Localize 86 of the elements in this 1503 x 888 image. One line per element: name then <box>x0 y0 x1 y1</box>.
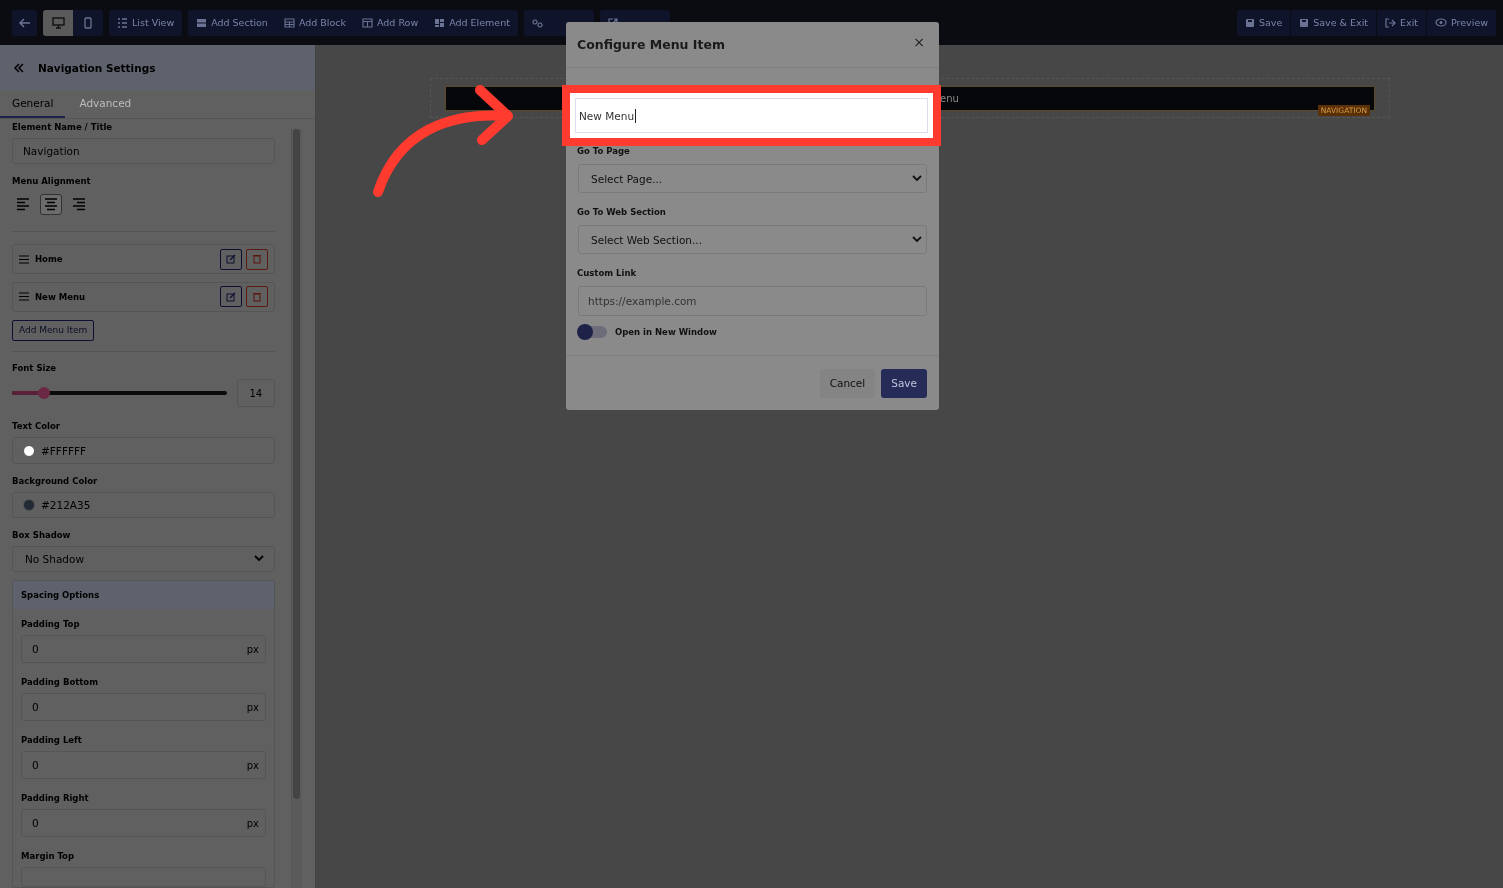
page-select[interactable]: Select Page... <box>578 164 927 193</box>
chevron-down-icon <box>912 236 922 243</box>
field-label: Element Name / Title <box>12 122 114 132</box>
menu-name-field[interactable]: New Menu <box>570 93 933 138</box>
background-color-field[interactable]: #212A35 <box>12 491 275 518</box>
tab[interactable]: General <box>0 90 66 118</box>
tab[interactable]: Advanced <box>67 90 144 118</box>
back-arrow-icon <box>18 17 31 28</box>
field-label: Text Color <box>12 421 61 432</box>
field-label: Font Size <box>12 363 58 374</box>
delete-button[interactable] <box>246 248 268 270</box>
panel-title: Spacing Options <box>21 590 100 601</box>
dialog-title: Configure Menu Item <box>577 37 725 52</box>
toolbar-button[interactable]: Add Row <box>354 9 427 36</box>
gear-icon <box>531 17 543 28</box>
toolbar-button[interactable]: List View <box>109 9 183 36</box>
toolbar-button[interactable]: Save & Exit <box>1291 9 1377 36</box>
field-label: Padding Left <box>21 735 83 746</box>
color-swatch[interactable] <box>23 498 35 511</box>
rows-icon <box>196 17 208 28</box>
field-label: Margin Top <box>21 851 75 862</box>
close-button[interactable]: × <box>911 33 927 50</box>
menu-item-label: New Menu <box>35 292 87 302</box>
save-icon <box>1299 17 1310 28</box>
toolbar-button[interactable]: Add Block <box>275 9 354 36</box>
name-field[interactable]: Navigation <box>12 138 275 165</box>
trash-icon <box>253 292 261 302</box>
save-button[interactable]: Save <box>881 368 927 398</box>
field-label: Padding Top <box>21 619 81 630</box>
trash-icon <box>253 254 261 265</box>
toolbar-button[interactable]: Preview <box>1427 9 1497 36</box>
columns-icon <box>362 17 373 28</box>
toolbar-button[interactable]: Add Section <box>188 9 276 36</box>
logout-icon <box>1385 17 1396 28</box>
drag-handle-icon[interactable] <box>19 254 29 264</box>
desktop-view-button[interactable] <box>43 9 73 36</box>
number-field[interactable]: 0 px <box>21 751 266 780</box>
field-label: Box Shadow <box>12 529 72 540</box>
add-menu-item-button[interactable]: Add Menu Item <box>12 319 95 341</box>
field-label: Go To Web Section <box>577 207 667 217</box>
toolbar-button[interactable]: Add Element <box>426 9 518 36</box>
align-center-button[interactable] <box>40 194 62 216</box>
text-color-field[interactable]: #FFFFFF <box>12 437 275 464</box>
edit-icon <box>226 254 236 265</box>
save-icon <box>1244 17 1255 28</box>
drag-handle-icon[interactable] <box>19 292 29 302</box>
toggle-label: Open in New Window <box>615 327 717 337</box>
number-field[interactable]: 0 px <box>21 693 266 722</box>
align-center-icon <box>44 198 58 212</box>
collapse-icon[interactable] <box>13 62 25 73</box>
field-label: Padding Bottom <box>21 677 100 688</box>
field-label: Go To Page <box>577 146 631 156</box>
chevron-down-icon <box>254 555 264 563</box>
color-swatch[interactable] <box>23 444 35 457</box>
phone-icon <box>84 16 92 29</box>
menu-item-label: Home <box>35 254 64 265</box>
monitor-icon <box>51 16 65 29</box>
edit-icon <box>226 292 236 302</box>
eye-icon <box>1435 18 1447 27</box>
align-right-icon <box>72 198 86 212</box>
table-icon <box>283 17 295 28</box>
font-size-field[interactable]: 14 <box>236 379 275 408</box>
web-section-select[interactable]: Select Web Section... <box>578 225 927 254</box>
delete-button[interactable] <box>246 286 268 308</box>
grid-icon <box>434 17 446 28</box>
field-label: Custom Link <box>577 268 638 278</box>
nav-link[interactable]: enu <box>940 93 959 104</box>
edit-button[interactable] <box>220 248 242 270</box>
field-label: Background Color <box>12 475 99 486</box>
custom-link-field[interactable]: https://example.com <box>578 286 927 316</box>
edit-button[interactable] <box>220 286 242 308</box>
toolbar-button[interactable]: Exit <box>1377 9 1427 36</box>
field-label: Menu Alignment <box>12 176 92 187</box>
align-left-icon <box>16 198 30 212</box>
scrollbar[interactable] <box>291 129 302 888</box>
chevron-down-icon <box>912 175 922 182</box>
number-field[interactable]: 0 px <box>21 635 266 664</box>
toolbar-button[interactable]: Save <box>1236 9 1292 36</box>
back-button[interactable] <box>12 9 37 36</box>
toggle-switch[interactable] <box>578 326 607 338</box>
field-label: Padding Right <box>21 793 90 804</box>
panel-title: Navigation Settings <box>38 61 156 74</box>
number-field[interactable]: 0 px <box>21 809 266 838</box>
list-icon <box>117 17 128 28</box>
box-shadow-select[interactable]: No Shadow <box>12 545 275 573</box>
cancel-button[interactable]: Cancel <box>819 368 876 398</box>
